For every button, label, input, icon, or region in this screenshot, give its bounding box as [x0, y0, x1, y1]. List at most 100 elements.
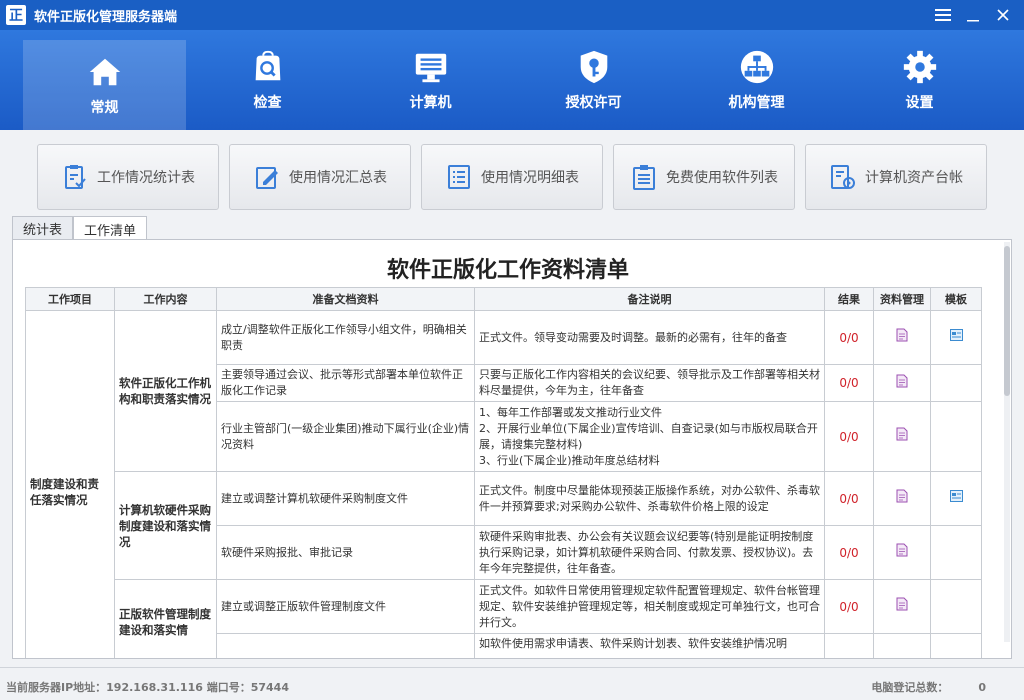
result-cell[interactable]: 0/0 — [824, 471, 874, 526]
report-toolbar: 工作情况统计表 使用情况汇总表 使用情况明细表 免费使用软件列表 计算机资产台帐 — [0, 130, 1024, 216]
scrollbar-thumb[interactable] — [1004, 246, 1010, 396]
tab-statistics[interactable]: 统计表 — [12, 216, 74, 240]
minimize-button[interactable] — [958, 0, 988, 30]
col-header: 资料管理 — [873, 287, 931, 311]
document-icon[interactable] — [896, 543, 908, 557]
manage-cell[interactable] — [873, 364, 931, 402]
nav-label: 机构管理 — [728, 95, 785, 111]
table-header-row: 工作项目 工作内容 准备文档资料 备注说明 结果 资料管理 模板 — [25, 287, 982, 311]
doc-cell: 建立或调整正版软件管理制度文件 — [216, 579, 475, 634]
doc-cell: 软硬件采购报批、审批记录 — [216, 525, 475, 580]
document-icon[interactable] — [896, 374, 908, 388]
note-cell: 如软件使用需求申请表、软件采购计划表、软件安装维护情况明 — [474, 633, 825, 658]
document-icon[interactable] — [896, 328, 908, 342]
document-icon[interactable] — [896, 427, 908, 441]
col-header: 工作内容 — [114, 287, 217, 311]
search-bag-icon — [255, 50, 280, 81]
note-cell: 软硬件采购审批表、办公会有关议题会议纪要等(特别是能证明按制度执行采购记录，如计… — [474, 525, 825, 580]
template-cell — [930, 401, 982, 472]
nav-license[interactable]: 授权许可 — [512, 30, 675, 130]
nav-organization[interactable]: 机构管理 — [675, 30, 838, 130]
nav-label: 常规 — [90, 100, 119, 116]
asset-ledger-button[interactable]: 计算机资产台帐 — [805, 144, 987, 210]
template-cell[interactable] — [930, 310, 982, 365]
table-row: 制度建设和责任落实情况 软件正版化工作机构和职责落实情况 成立/调整软件正版化工… — [25, 310, 982, 658]
template-cell — [930, 525, 982, 580]
server-info: 当前服务器IP地址：192.168.31.116 端口号：57444 — [6, 681, 289, 694]
free-software-button[interactable]: 免费使用软件列表 — [613, 144, 795, 210]
col-header: 准备文档资料 — [216, 287, 475, 311]
subbtn-label: 使用情况明细表 — [481, 170, 579, 186]
computer-icon — [415, 53, 446, 83]
key-shield-icon — [580, 50, 607, 84]
checklist-table: 工作项目 工作内容 准备文档资料 备注说明 结果 资料管理 模板 制度建设和责任… — [25, 287, 982, 658]
result-cell[interactable]: 0/0 — [824, 525, 874, 580]
template-cell — [930, 579, 982, 634]
vertical-scrollbar[interactable] — [1004, 242, 1010, 642]
table-row: 正版软件管理制度建设和落实情 建立或调整正版软件管理制度文件 正式文件。如软件日… — [26, 579, 982, 658]
manage-cell[interactable] — [873, 310, 931, 365]
work-content-cell: 软件正版化工作机构和职责落实情况 — [114, 310, 217, 472]
main-nav: 常规 检查 计算机 授权许可 机构管理 设置 — [0, 30, 1024, 130]
work-content-cell: 计算机软硬件采购制度建设和落实情况 — [114, 471, 217, 580]
menu-button[interactable] — [928, 0, 958, 30]
note-cell: 正式文件。领导变动需要及时调整。最新的必需有，往年的备查 — [474, 310, 825, 365]
table-row: 计算机软硬件采购制度建设和落实情况 建立或调整计算机软硬件采购制度文件 正式文件… — [26, 471, 982, 580]
window-controls — [928, 0, 1018, 30]
result-cell[interactable]: 0/0 — [824, 401, 874, 472]
note-cell: 正式文件。如软件日常使用管理规定软件配置管理规定、软件台帐管理规定、软件安装维护… — [474, 579, 825, 634]
manage-cell[interactable] — [873, 579, 931, 634]
nav-computer[interactable]: 计算机 — [349, 30, 512, 130]
result-cell[interactable]: 0/0 — [824, 310, 874, 365]
tab-work-list[interactable]: 工作清单 — [73, 216, 148, 241]
minimize-icon — [967, 20, 979, 22]
document-icon[interactable] — [896, 597, 908, 611]
doc-cell: 主要领导通过会议、批示等形式部署本单位软件正版化工作记录 — [216, 364, 475, 402]
note-cell: 只要与正版化工作内容相关的会议纪要、领导批示及工作部署等相关材料尽量提供，今年为… — [474, 364, 825, 402]
template-cell — [930, 364, 982, 402]
template-icon[interactable] — [949, 490, 963, 502]
computer-count-label: 电脑登记总数： — [871, 681, 949, 694]
manage-cell[interactable] — [873, 471, 931, 526]
home-icon — [89, 58, 120, 86]
work-stats-button[interactable]: 工作情况统计表 — [37, 144, 219, 210]
nav-check[interactable]: 检查 — [186, 30, 349, 130]
document-icon[interactable] — [896, 489, 908, 503]
usage-detail-button[interactable]: 使用情况明细表 — [421, 144, 603, 210]
result-cell[interactable]: 0/0 — [824, 579, 874, 634]
col-header: 结果 — [824, 287, 874, 311]
template-cell — [930, 633, 982, 658]
template-cell[interactable] — [930, 471, 982, 526]
close-button[interactable] — [988, 0, 1018, 30]
work-project-cell: 制度建设和责任落实情况 — [25, 310, 115, 658]
clipboard-check-icon — [65, 165, 86, 189]
work-content-cell: 正版软件管理制度建设和落实情 — [114, 579, 217, 658]
doc-cell: 建立或调整计算机软硬件采购制度文件 — [216, 471, 475, 526]
nav-general[interactable]: 常规 — [23, 40, 186, 130]
manage-cell[interactable] — [873, 401, 931, 472]
computer-count: 电脑登记总数： 0 — [871, 679, 986, 695]
clipboard-list-icon — [633, 165, 655, 190]
nav-label: 设置 — [905, 95, 934, 111]
template-icon[interactable] — [949, 329, 963, 341]
nav-settings[interactable]: 设置 — [838, 30, 1001, 130]
app-title: 软件正版化管理服务器端 — [34, 9, 178, 25]
doc-gear-icon — [831, 165, 855, 189]
edit-doc-icon — [256, 167, 278, 189]
subbtn-label: 免费使用软件列表 — [666, 170, 778, 186]
manage-cell — [873, 633, 931, 658]
usage-summary-button[interactable]: 使用情况汇总表 — [229, 144, 411, 210]
org-chart-icon — [740, 50, 773, 84]
note-cell: 正式文件。制度中尽量能体现预装正版操作系统，对办公软件、杀毒软件一并预算要求;对… — [474, 471, 825, 526]
hamburger-icon — [935, 9, 951, 21]
subbtn-label: 使用情况汇总表 — [289, 170, 387, 186]
subbtn-label: 计算机资产台帐 — [865, 170, 963, 186]
nav-label: 检查 — [253, 95, 282, 111]
result-cell[interactable]: 0/0 — [824, 364, 874, 402]
app-logo: 正 — [6, 5, 26, 25]
manage-cell[interactable] — [873, 525, 931, 580]
doc-cell: 行业主管部门(一级企业集团)推动下属行业(企业)情况资料 — [216, 401, 475, 472]
result-cell[interactable] — [824, 633, 874, 658]
gear-icon — [903, 50, 936, 84]
document-panel: 软件正版化工作资料清单 工作项目 工作内容 准备文档资料 备注说明 结果 资料管… — [12, 239, 1012, 659]
